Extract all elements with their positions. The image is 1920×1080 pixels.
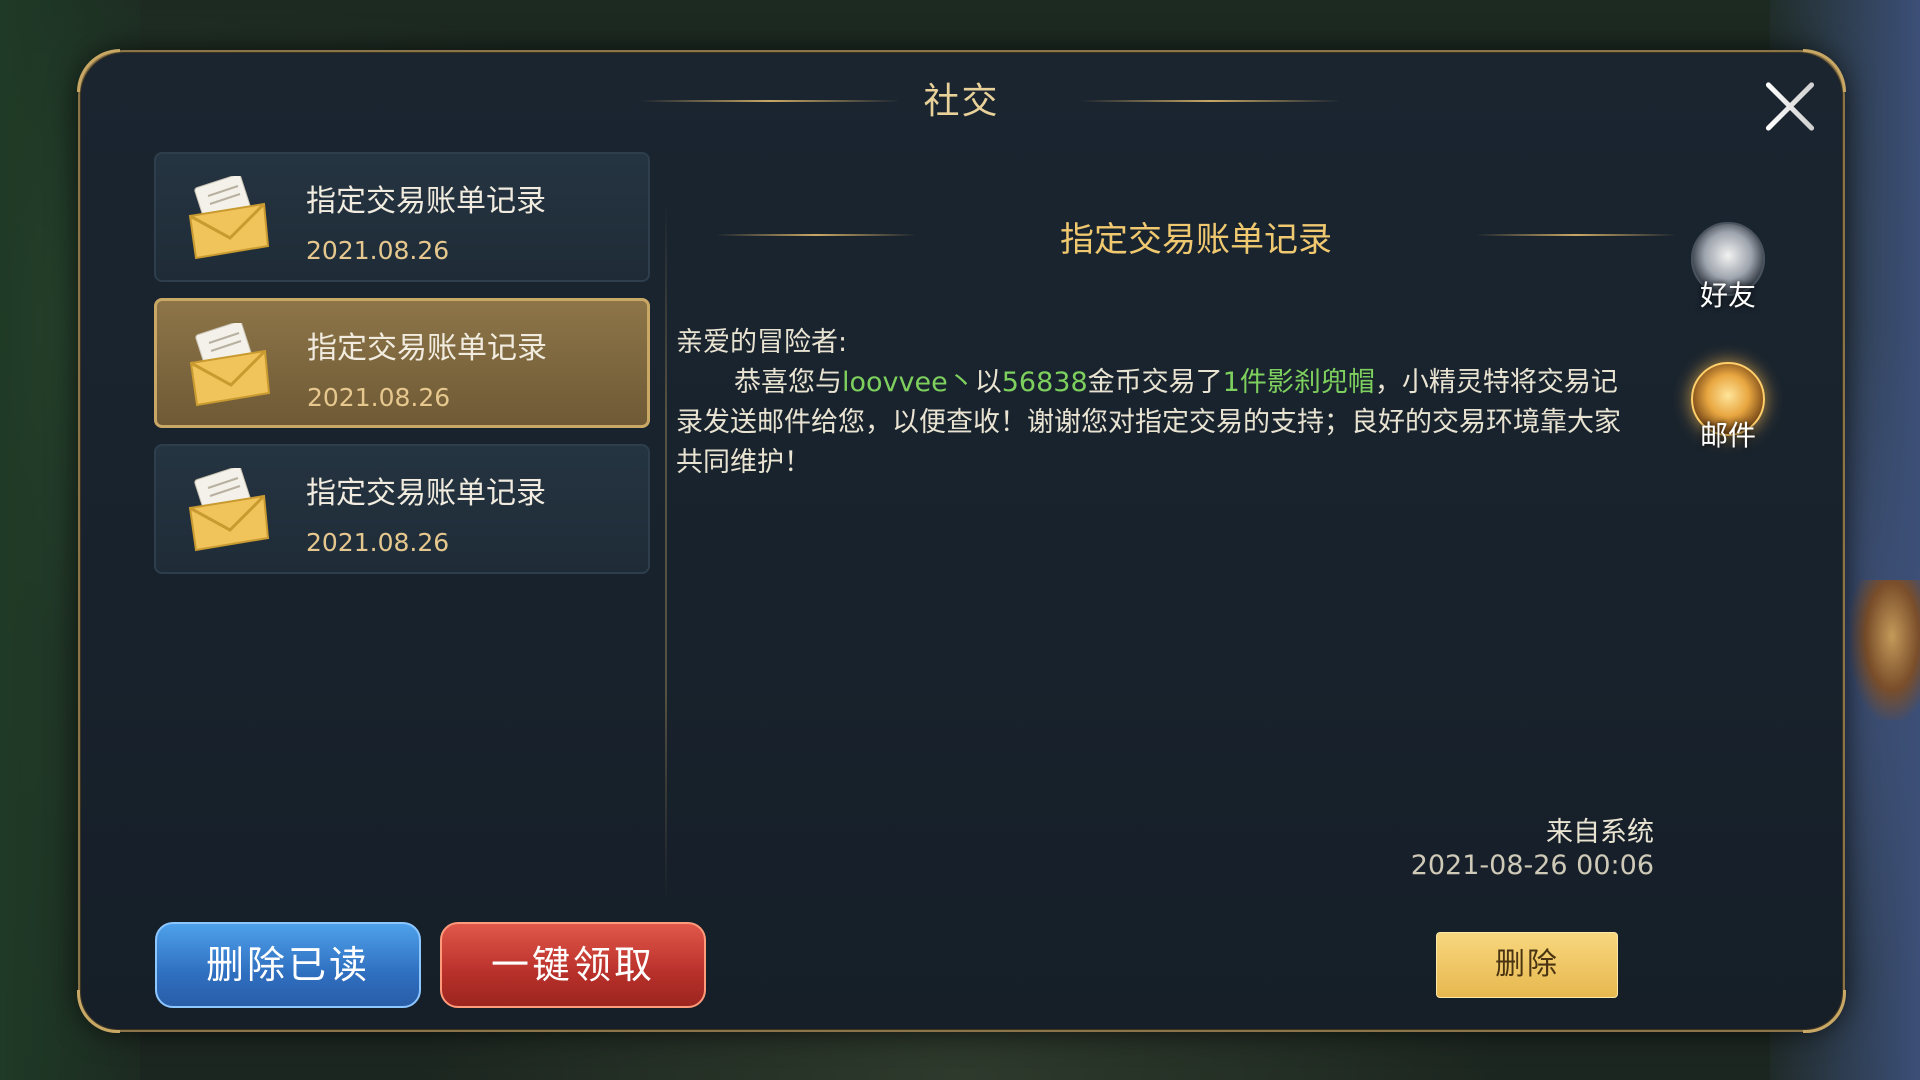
item-name: 影刹兜帽 [1266, 367, 1375, 398]
mail-date: 2021.08.26 [306, 236, 450, 265]
mail-title: 指定交易账单记录 [307, 331, 547, 366]
mail-content-title: 指定交易账单记录 [1060, 220, 1332, 260]
mail-date: 2021.08.26 [306, 528, 450, 557]
mail-sender: 来自系统 [1546, 817, 1654, 848]
mail-list-item-selected[interactable]: 指定交易账单记录 2021.08.26 [154, 298, 650, 428]
mail-body: 亲爱的冒险者: 恭喜您与loovvee丶以56838金币交易了1件影刹兜帽，小精… [676, 323, 1636, 483]
mail-list-item[interactable]: 指定交易账单记录 2021.08.26 [154, 444, 650, 574]
window-title: 社交 [923, 81, 1000, 122]
tab-friends[interactable]: 好友 [1688, 222, 1768, 314]
tab-friends-label: 好友 [1699, 279, 1756, 312]
gold-amount: 56838 [1001, 367, 1088, 398]
tab-mail-label: 邮件 [1699, 419, 1756, 452]
panel-divider [665, 202, 667, 902]
envelope-icon [188, 468, 270, 552]
mail-timestamp: 2021-08-26 00:06 [1410, 850, 1654, 881]
mail-greeting: 亲爱的冒险者: [676, 327, 848, 358]
mail-paragraph: 恭喜您与loovvee丶以56838金币交易了1件影刹兜帽，小精灵特将交易记录发… [676, 363, 1636, 483]
envelope-icon [188, 176, 270, 260]
mail-date: 2021.08.26 [307, 383, 451, 412]
mail-text: 以 [974, 367, 1002, 398]
mail-text: 恭喜您与 [734, 367, 842, 398]
player-name: loovvee丶 [842, 367, 975, 398]
close-button[interactable] [1753, 70, 1825, 142]
mail-text: 金币交易了 [1087, 367, 1223, 398]
mail-list-item[interactable]: 指定交易账单记录 2021.08.26 [154, 152, 650, 282]
mail-content-panel: 指定交易账单记录 亲爱的冒险者: 恭喜您与loovvee丶以56838金币交易了… [676, 152, 1716, 952]
item-count: 1件 [1222, 367, 1267, 398]
mail-list: 指定交易账单记录 2021.08.26 指定交易账单记录 2021.08.26 [154, 152, 654, 912]
envelope-icon [189, 323, 271, 407]
claim-all-button[interactable]: 一键领取 [440, 922, 706, 1008]
delete-read-button[interactable]: 删除已读 [155, 922, 421, 1008]
tab-mail[interactable]: 邮件 [1688, 362, 1768, 454]
mail-title: 指定交易账单记录 [306, 184, 546, 219]
mail-title: 指定交易账单记录 [306, 476, 546, 511]
social-window: 社交 指定交易账单记录 2021.08.26 指定交易账单记录 2021.08.… [77, 49, 1846, 1033]
background-character [1850, 580, 1920, 720]
delete-button[interactable]: 删除 [1436, 932, 1618, 998]
